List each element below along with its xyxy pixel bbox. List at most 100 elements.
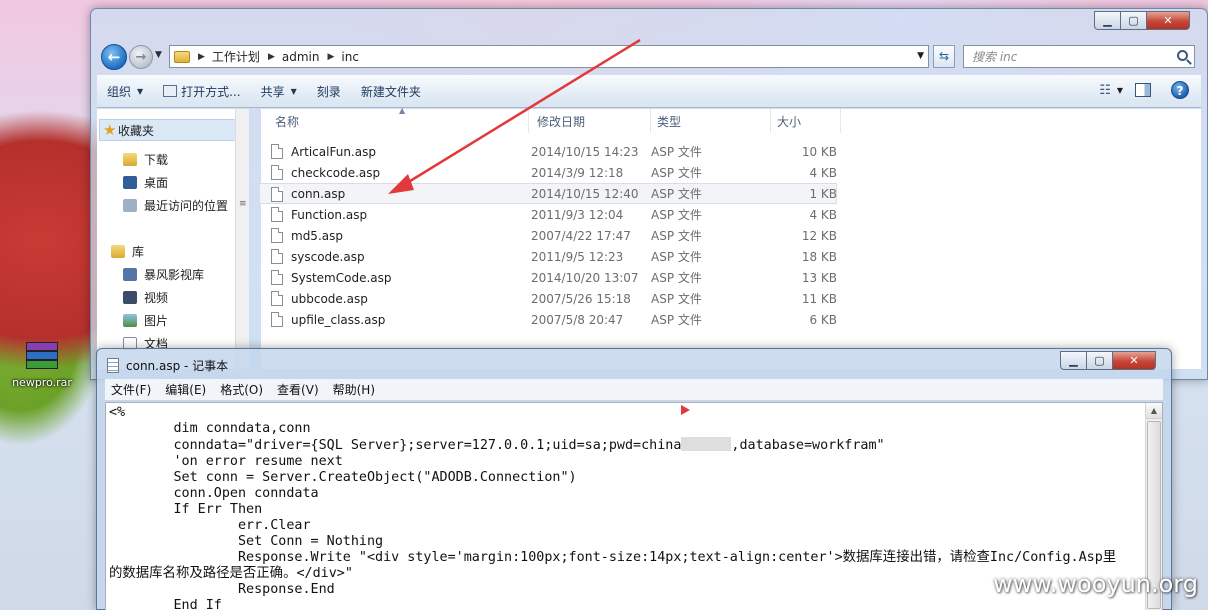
- search-input[interactable]: 搜索 inc: [963, 45, 1195, 68]
- scroll-grip-icon[interactable]: ≡: [239, 199, 247, 209]
- rar-archive-icon: [22, 338, 62, 370]
- window-controls: ▁ ▢ ✕: [1094, 11, 1190, 30]
- file-row[interactable]: checkcode.asp 2014/3/9 12:18 ASP 文件 4 KB: [261, 162, 841, 183]
- breadcrumb-separator[interactable]: ▶: [268, 52, 275, 62]
- view-options-icon[interactable]: ☷: [1099, 83, 1111, 98]
- burn-label: 刻录: [316, 84, 341, 99]
- code-content: <% dim conndata,conn conndata="driver={S…: [109, 405, 1145, 610]
- nav-videos[interactable]: 视频: [123, 289, 168, 306]
- column-label: 大小: [777, 114, 802, 129]
- close-button[interactable]: ✕: [1146, 11, 1190, 30]
- nav-scrollbar[interactable]: ≡: [235, 109, 249, 369]
- file-date: 2011/9/3 12:04: [531, 207, 624, 222]
- breadcrumb-item[interactable]: 工作计划: [212, 48, 260, 65]
- share-label: 共享: [260, 84, 285, 99]
- code-segment: conndata="driver={SQL Server};server=127…: [109, 438, 682, 453]
- maximize-button[interactable]: ▢: [1120, 11, 1147, 30]
- address-dropdown-icon[interactable]: ▼: [917, 51, 924, 61]
- watermark: www.wooyun.org: [993, 570, 1198, 598]
- nav-downloads[interactable]: 下载: [123, 151, 168, 168]
- burn-button[interactable]: 刻录: [317, 83, 341, 100]
- nav-label: 桌面: [144, 176, 169, 190]
- file-type: ASP 文件: [651, 271, 702, 285]
- minimize-button[interactable]: ▁: [1094, 11, 1121, 30]
- notepad-titlebar: conn.asp - 记事本: [107, 357, 228, 374]
- back-arrow-icon[interactable]: ←: [101, 44, 127, 70]
- breadcrumb-item[interactable]: inc: [341, 50, 359, 64]
- file-size: 10 KB: [801, 144, 837, 159]
- view-controls: ☷ ▼ ?: [1099, 81, 1189, 99]
- navigation-pane: ★ 收藏夹 下载 桌面 最近访问的位置 库 暴风影视库 视频 图片 文档: [97, 109, 241, 369]
- file-row-selected[interactable]: conn.asp 2014/10/15 12:40 ASP 文件 1 KB: [259, 183, 837, 204]
- menu-view[interactable]: 查看(V): [277, 381, 319, 398]
- file-name: Function.asp: [291, 207, 368, 222]
- breadcrumb-separator[interactable]: ▶: [327, 52, 334, 62]
- column-size[interactable]: 大小: [771, 109, 841, 133]
- code-line: <%: [109, 405, 126, 420]
- file-row[interactable]: ubbcode.asp 2007/5/26 15:18 ASP 文件 11 KB: [261, 288, 841, 309]
- share-button[interactable]: 共享 ▼: [261, 83, 297, 100]
- chevron-down-icon[interactable]: ▼: [1117, 86, 1123, 95]
- code-line: Set Conn = Nothing: [109, 534, 384, 549]
- help-icon[interactable]: ?: [1171, 81, 1189, 99]
- code-line: Response.End: [109, 582, 335, 597]
- organize-label: 组织: [107, 84, 132, 99]
- column-name[interactable]: ▲ 名称: [269, 106, 529, 133]
- forward-arrow-icon[interactable]: →: [129, 45, 153, 69]
- nav-desktop[interactable]: 桌面: [123, 174, 168, 191]
- file-row[interactable]: Function.asp 2011/9/3 12:04 ASP 文件 4 KB: [261, 204, 841, 225]
- close-button[interactable]: ✕: [1112, 351, 1156, 370]
- file-name: ubbcode.asp: [291, 291, 368, 306]
- code-line: conn.Open conndata: [109, 486, 319, 501]
- maximize-button[interactable]: ▢: [1086, 351, 1113, 370]
- refresh-icon[interactable]: ⇆: [933, 45, 955, 68]
- code-line: 的数据库名称及路径是否正确。</div>": [109, 566, 353, 581]
- file-row[interactable]: md5.asp 2007/4/22 17:47 ASP 文件 12 KB: [261, 225, 841, 246]
- minimize-button[interactable]: ▁: [1060, 351, 1087, 370]
- column-type[interactable]: 类型: [651, 109, 771, 133]
- organize-button[interactable]: 组织 ▼: [107, 83, 143, 100]
- code-line: End If: [109, 598, 222, 610]
- history-dropdown-icon[interactable]: ▼: [155, 50, 162, 60]
- asp-file-icon: [271, 228, 283, 243]
- videos-icon: [123, 291, 137, 304]
- scroll-up-arrow-icon[interactable]: ▲: [1146, 403, 1162, 419]
- file-size: 4 KB: [809, 165, 837, 180]
- nav-recent[interactable]: 最近访问的位置: [123, 197, 228, 214]
- nav-libraries[interactable]: 库: [111, 243, 144, 260]
- file-type: ASP 文件: [651, 145, 702, 159]
- file-name: upfile_class.asp: [291, 312, 386, 327]
- nav-favorites[interactable]: ★ 收藏夹: [99, 119, 237, 141]
- file-row[interactable]: SystemCode.asp 2014/10/20 13:07 ASP 文件 1…: [261, 267, 841, 288]
- file-type: ASP 文件: [651, 166, 702, 180]
- search-placeholder: 搜索 inc: [972, 50, 1018, 64]
- new-folder-button[interactable]: 新建文件夹: [361, 83, 421, 100]
- menu-edit[interactable]: 编辑(E): [165, 381, 206, 398]
- notepad-menubar: 文件(F) 编辑(E) 格式(O) 查看(V) 帮助(H): [105, 379, 1163, 401]
- menu-file[interactable]: 文件(F): [111, 381, 151, 398]
- open-with-icon: [163, 85, 178, 97]
- preview-pane-icon[interactable]: [1135, 83, 1151, 97]
- open-with-button[interactable]: 打开方式...: [163, 83, 241, 100]
- menu-help[interactable]: 帮助(H): [333, 381, 375, 398]
- chevron-down-icon: ▼: [290, 86, 297, 96]
- breadcrumb-separator[interactable]: ▶: [198, 52, 205, 62]
- desktop-file-icon[interactable]: newpro.rar: [6, 338, 78, 389]
- file-date: 2011/9/5 12:23: [531, 249, 624, 264]
- nav-pictures[interactable]: 图片: [123, 312, 168, 329]
- file-row[interactable]: syscode.asp 2011/9/5 12:23 ASP 文件 18 KB: [261, 246, 841, 267]
- breadcrumb-item[interactable]: admin: [282, 50, 320, 64]
- file-size: 11 KB: [801, 291, 837, 306]
- menu-format[interactable]: 格式(O): [220, 381, 263, 398]
- file-name: md5.asp: [291, 228, 343, 243]
- file-name: conn.asp: [291, 186, 346, 201]
- file-row[interactable]: upfile_class.asp 2007/5/8 20:47 ASP 文件 6…: [261, 309, 841, 330]
- nav-storm-video[interactable]: 暴风影视库: [123, 266, 204, 283]
- file-row[interactable]: ArticalFun.asp 2014/10/15 14:23 ASP 文件 1…: [261, 141, 841, 162]
- file-list: ▲ 名称 修改日期 类型 大小 ArticalFun.asp 2014/10/1…: [259, 106, 1201, 369]
- file-name: checkcode.asp: [291, 165, 381, 180]
- search-icon[interactable]: [1177, 50, 1188, 61]
- column-modified[interactable]: 修改日期: [531, 109, 651, 133]
- file-type: ASP 文件: [651, 208, 702, 222]
- address-bar[interactable]: ▶ 工作计划 ▶ admin ▶ inc ▼: [169, 45, 929, 68]
